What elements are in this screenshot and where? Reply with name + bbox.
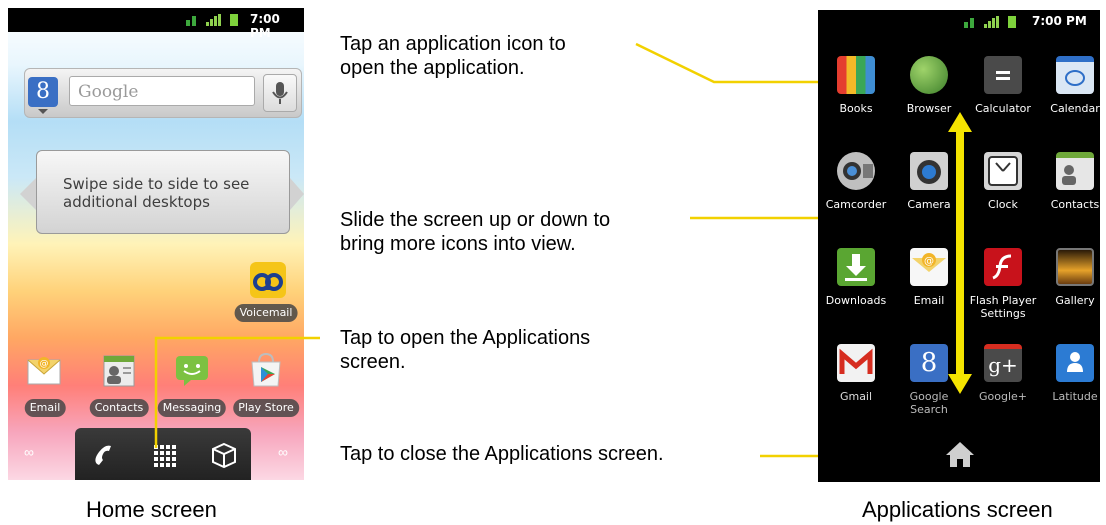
leader-line-open-apps (154, 336, 320, 448)
signal-icon (984, 24, 987, 28)
latitude-label: Latitude (1052, 390, 1098, 403)
books-app[interactable] (837, 56, 875, 94)
svg-text:@: @ (924, 256, 934, 267)
contacts-icon (1062, 165, 1076, 185)
battery-icon (1008, 16, 1016, 28)
apps-status-time: 7:00 PM (1032, 14, 1087, 28)
leader-line-tap-icon (635, 42, 828, 84)
calendar-app[interactable] (1056, 56, 1094, 94)
camcorder-app[interactable] (837, 152, 875, 190)
gmail-icon (839, 348, 873, 374)
latitude-app[interactable] (1056, 344, 1094, 382)
flash-player-app[interactable] (984, 248, 1022, 286)
google-search-app[interactable]: 8 (910, 344, 948, 382)
calculator-label: Calculator (975, 102, 1031, 115)
camcorder-icon (843, 162, 873, 180)
downloads-app[interactable] (837, 248, 875, 286)
gallery-label: Gallery (1055, 294, 1095, 307)
google-plus-app[interactable]: g+ (984, 344, 1022, 382)
browser-app[interactable] (910, 56, 948, 94)
gmail-label: Gmail (839, 390, 873, 403)
email-app-grid[interactable]: @ (910, 248, 948, 286)
calculator-icon (996, 71, 1010, 80)
applications-screen: 7:00 PM Books Browser Calculator Calenda… (818, 10, 1100, 482)
flash-icon (992, 254, 1012, 280)
calendar-icon (1065, 70, 1085, 86)
flash-player-label: Flash Player Settings (969, 294, 1037, 320)
gallery-app[interactable] (1056, 248, 1094, 286)
home-icon (946, 442, 974, 467)
home-button[interactable] (945, 440, 975, 468)
clock-label: Clock (988, 198, 1018, 211)
camcorder-label: Camcorder (825, 198, 887, 211)
applications-screen-caption: Applications screen (862, 497, 1053, 522)
google-plus-label: Google+ (978, 390, 1027, 403)
books-label: Books (839, 102, 873, 115)
email-icon: @ (912, 253, 946, 272)
camera-icon (917, 160, 941, 184)
apps-status-icons (964, 16, 1024, 28)
contacts-app-grid[interactable] (1056, 152, 1094, 190)
contacts-grid-label: Contacts (1050, 198, 1100, 211)
calendar-label: Calendar (1050, 102, 1100, 115)
clock-icon (988, 156, 1018, 186)
scroll-arrow-icon (948, 112, 972, 394)
downloads-icon (845, 254, 867, 281)
camera-app[interactable] (910, 152, 948, 190)
downloads-label: Downloads (825, 294, 887, 307)
gmail-app[interactable] (837, 344, 875, 382)
calculator-app[interactable] (984, 56, 1022, 94)
clock-app[interactable] (984, 152, 1022, 190)
latitude-icon (1067, 352, 1083, 372)
